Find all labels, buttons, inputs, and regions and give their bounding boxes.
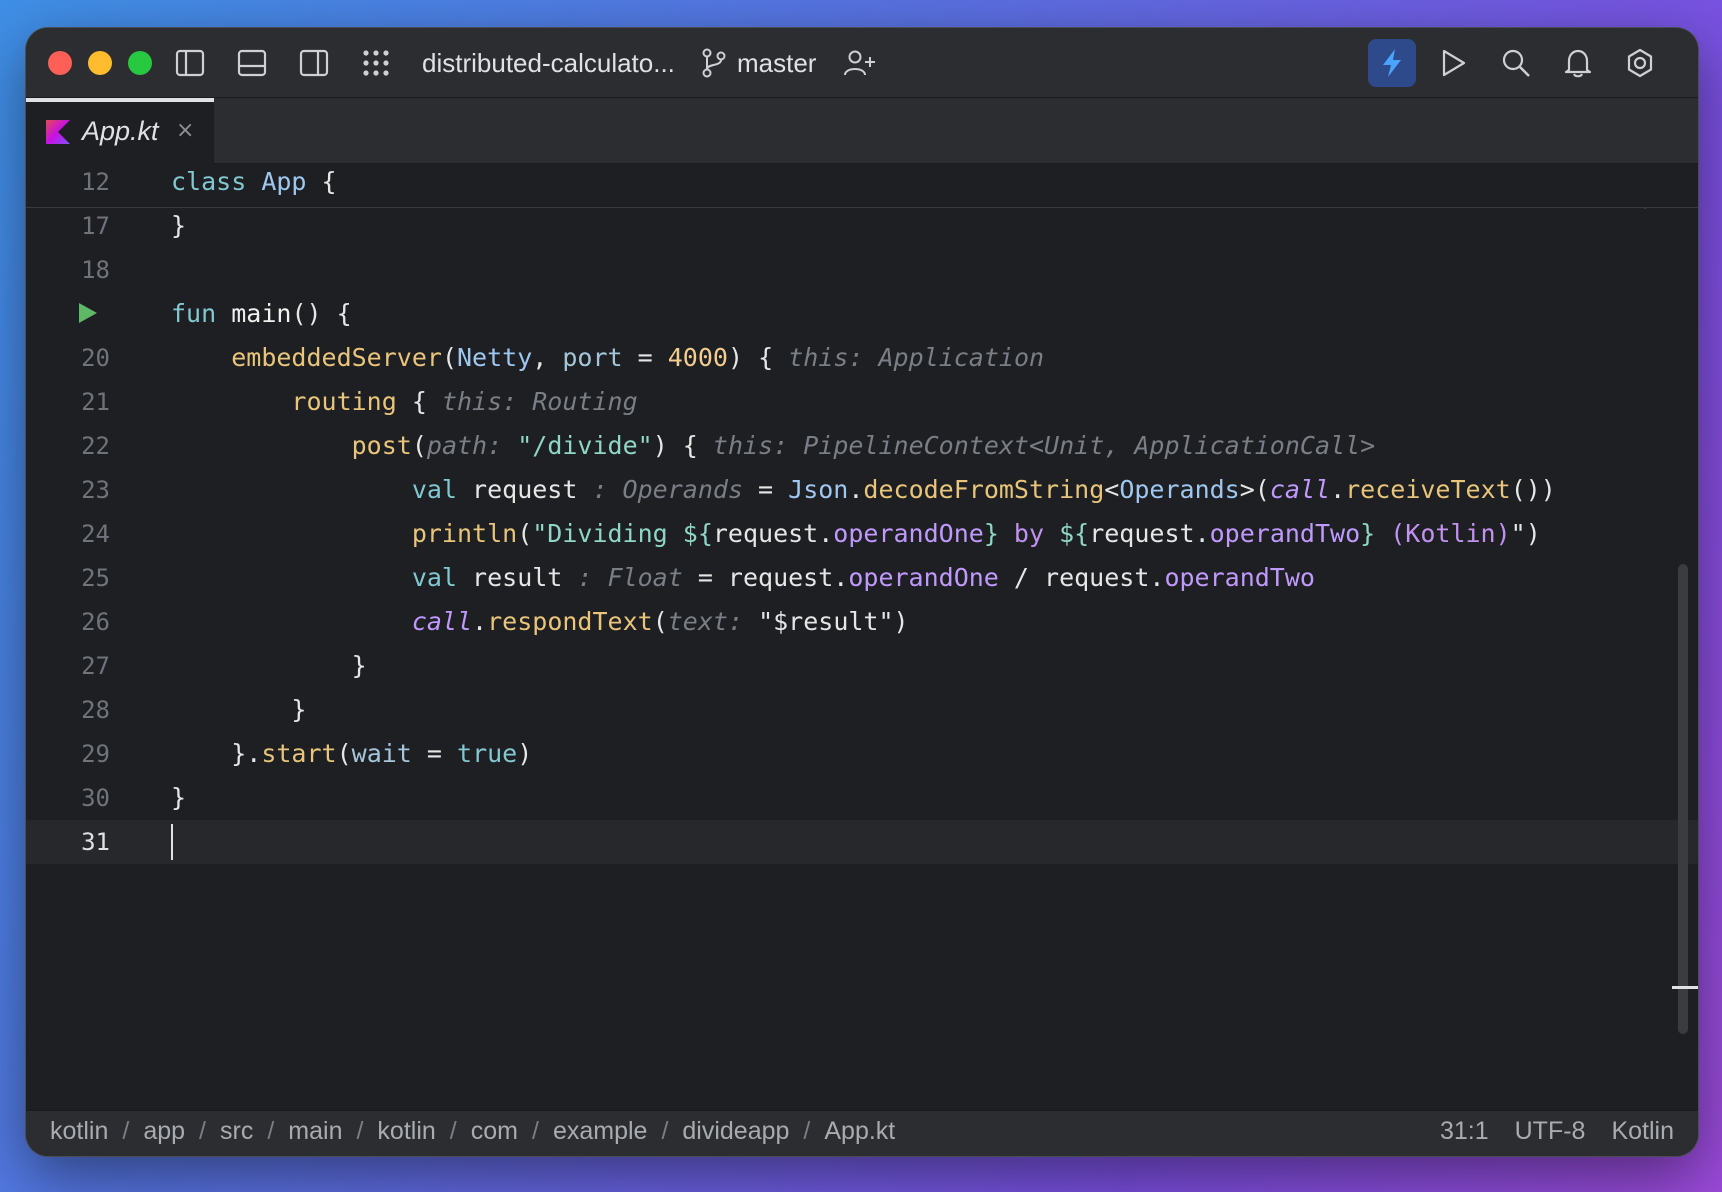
text-caret [171, 824, 173, 860]
vertical-scrollbar[interactable] [1678, 564, 1688, 1034]
title-bar: distributed-calculato... master [26, 28, 1698, 98]
line-number: 22 [81, 432, 110, 460]
breadcrumb-item[interactable]: main [288, 1117, 342, 1145]
inlay-hint: : Float [562, 563, 683, 592]
minimize-window-button[interactable] [88, 51, 112, 75]
inlay-hint: this: PipelineContext<Unit, ApplicationC… [712, 431, 1376, 460]
line-number: 21 [81, 388, 110, 416]
code-line: 25 val result : Float = request.operandO… [26, 556, 1698, 600]
close-icon[interactable]: × [176, 118, 194, 143]
line-number: 25 [81, 564, 110, 592]
tab-label: App.kt [82, 116, 159, 146]
panel-bottom-icon[interactable] [234, 45, 270, 81]
code-line: 26 call.respondText(text: "$result") [26, 600, 1698, 644]
breadcrumb-item[interactable]: App.kt [824, 1117, 895, 1145]
kotlin-icon [46, 120, 70, 148]
breadcrumb-item[interactable]: src [220, 1117, 253, 1145]
search-icon[interactable] [1498, 45, 1534, 81]
breadcrumb-item[interactable]: kotlin [377, 1117, 435, 1145]
line-number: 24 [81, 520, 110, 548]
code-editor[interactable]: 12 class App { 17 } 18 fun main() { 20 e [26, 164, 1698, 1110]
inlay-hint: path: [426, 431, 518, 460]
sidebar-right-icon[interactable] [296, 45, 332, 81]
code-line: 24 println("Dividing ${request.operandOn… [26, 512, 1698, 556]
status-right: 31:1 UTF-8 Kotlin [1414, 1117, 1674, 1146]
code-line: 30 } [26, 776, 1698, 820]
editor-tab-bar: App.kt × [26, 98, 1698, 164]
code-line: 23 val request : Operands = Json.decodeF… [26, 468, 1698, 512]
tab-app-kt[interactable]: App.kt × [26, 98, 214, 164]
sticky-header: 12 class App { [26, 164, 1698, 208]
line-number: 12 [81, 168, 110, 196]
scrollbar-caret-marker [1672, 986, 1698, 989]
code-line: 18 [26, 248, 1698, 292]
breadcrumb: kotlin / app / src / main / kotlin / com / example / d… [50, 1117, 896, 1145]
bolt-icon[interactable] [1368, 39, 1416, 87]
code-line: 21 routing { this: Routing [26, 380, 1698, 424]
line-number: 27 [81, 652, 110, 680]
file-language[interactable]: Kotlin [1611, 1117, 1674, 1145]
inlay-hint: this: Routing [441, 387, 638, 416]
line-number: 29 [81, 740, 110, 768]
close-window-button[interactable] [48, 51, 72, 75]
branch-name[interactable]: master [737, 44, 816, 82]
inlay-hint: text: [667, 607, 759, 636]
breadcrumb-item[interactable]: com [471, 1117, 518, 1145]
breadcrumb-item[interactable]: example [553, 1117, 648, 1145]
code-line: 22 post(path: "/divide") { this: Pipelin… [26, 424, 1698, 468]
code-line: fun main() { [26, 292, 1698, 336]
line-number: 28 [81, 696, 110, 724]
play-icon[interactable] [1436, 45, 1472, 81]
status-bar: kotlin / app / src / main / kotlin / com / example / d… [26, 1110, 1698, 1156]
line-number: 18 [81, 256, 110, 284]
add-user-icon[interactable] [842, 45, 878, 81]
line-number: 23 [81, 476, 110, 504]
line-number: 30 [81, 784, 110, 812]
line-number: 31 [81, 828, 110, 856]
inlay-hint: : Operands [577, 475, 743, 504]
code-line: 29 }.start(wait = true) [26, 732, 1698, 776]
zoom-window-button[interactable] [128, 51, 152, 75]
gear-icon[interactable] [1622, 45, 1658, 81]
line-number: 20 [81, 344, 110, 372]
run-gutter-icon[interactable] [78, 302, 98, 328]
file-encoding[interactable]: UTF-8 [1515, 1117, 1586, 1145]
breadcrumb-item[interactable]: app [143, 1117, 185, 1145]
code-line: 12 class App { [26, 164, 1698, 204]
line-number: 17 [81, 212, 110, 240]
breadcrumb-item[interactable]: divideapp [682, 1117, 789, 1145]
line-number: 26 [81, 608, 110, 636]
code-line: 27 } [26, 644, 1698, 688]
bell-icon[interactable] [1560, 45, 1596, 81]
cursor-position[interactable]: 31:1 [1440, 1117, 1489, 1145]
inlay-hint: this: Application [788, 343, 1045, 372]
grid-icon[interactable] [358, 45, 394, 81]
code-line: 17 } [26, 204, 1698, 248]
sidebar-left-icon[interactable] [172, 45, 208, 81]
git-branch-icon [696, 45, 732, 81]
project-name[interactable]: distributed-calculato... [422, 44, 675, 82]
ide-window: distributed-calculato... master App.kt ×… [26, 28, 1698, 1156]
breadcrumb-item[interactable]: kotlin [50, 1117, 108, 1145]
current-line[interactable]: 31 [26, 820, 1698, 864]
code-line: 20 embeddedServer(Netty, port = 4000) { … [26, 336, 1698, 380]
code-line: 28 } [26, 688, 1698, 732]
